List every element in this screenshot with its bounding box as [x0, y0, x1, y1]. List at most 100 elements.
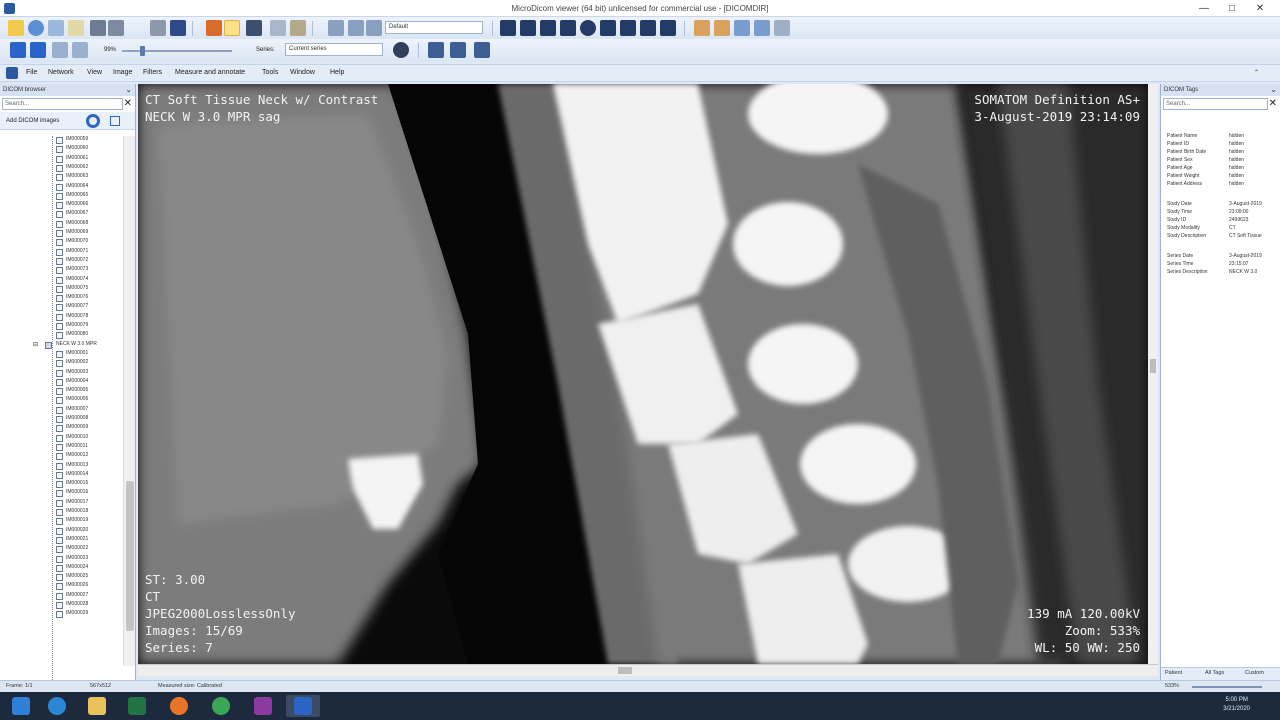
image-viewport[interactable]: CT Soft Tissue Neck w/ Contrast NECK W 3… [138, 84, 1148, 664]
image-icon[interactable] [68, 20, 84, 36]
taskbar-app[interactable] [246, 695, 280, 717]
tab-custom[interactable]: Custom [1245, 670, 1264, 676]
series-select[interactable]: Current series [285, 43, 383, 56]
anonymize-icon[interactable] [170, 20, 186, 36]
export-icon[interactable] [150, 20, 166, 36]
tag-name: Patient Weight [1167, 173, 1200, 179]
menu-file[interactable]: File [26, 69, 37, 76]
taskbar-edge[interactable] [40, 695, 74, 717]
minimize-button[interactable]: — [1190, 0, 1218, 17]
crop-icon[interactable] [290, 20, 306, 36]
taskbar-chrome[interactable] [204, 695, 238, 717]
menu-filters[interactable]: Filters [143, 69, 162, 76]
line-tool-icon[interactable] [348, 20, 364, 36]
cine-play-icon[interactable] [10, 42, 26, 58]
add-dicom-images-button[interactable]: Add DICOM images [0, 112, 135, 130]
pointer-icon[interactable] [206, 20, 222, 36]
browser-scrollbar[interactable] [123, 136, 135, 666]
close-button[interactable]: ✕ [1246, 0, 1274, 17]
scrollbar-thumb[interactable] [126, 481, 134, 631]
cine-stop-icon[interactable] [30, 42, 46, 58]
maximize-button[interactable]: □ [1218, 0, 1246, 17]
system-clock[interactable]: 5:00 PM 3/21/2020 [1223, 696, 1250, 714]
3d-icon[interactable] [246, 20, 262, 36]
text-icon[interactable] [640, 20, 656, 36]
tree-item-label: IM000079 [66, 322, 89, 328]
mpr-icon[interactable] [224, 20, 240, 36]
menu-help[interactable]: Help [330, 69, 344, 76]
start-button[interactable] [4, 695, 38, 717]
app-menu-icon[interactable] [6, 67, 18, 79]
overlay-modality: CT [145, 589, 161, 604]
settings-icon[interactable] [393, 42, 409, 58]
rotate-left-icon[interactable] [734, 20, 750, 36]
edit-icon[interactable] [366, 20, 382, 36]
print-icon[interactable] [90, 20, 106, 36]
magnifier-icon[interactable] [270, 20, 286, 36]
pin-icon[interactable]: ⌄ [125, 84, 132, 96]
menu-window[interactable]: Window [290, 69, 315, 76]
sync-icon[interactable] [474, 42, 490, 58]
scrollbar-thumb[interactable] [618, 667, 632, 674]
tag-value: hidden [1229, 157, 1245, 163]
rotate-right-icon[interactable] [754, 20, 770, 36]
grid-icon[interactable] [450, 42, 466, 58]
zoom-slider[interactable] [122, 46, 232, 56]
menu-tools[interactable]: Tools [262, 69, 278, 76]
rectangle-icon[interactable] [560, 20, 576, 36]
collapse-tree-icon[interactable] [110, 116, 120, 126]
viewer-horizontal-scrollbar[interactable] [138, 664, 1158, 676]
slider-thumb[interactable] [140, 46, 145, 56]
arrow-pointer-icon[interactable] [500, 20, 516, 36]
tags-search-input[interactable]: Search... [1163, 98, 1268, 110]
ruler-icon[interactable] [520, 20, 536, 36]
copy-icon[interactable] [108, 20, 124, 36]
preset-select[interactable]: Default [385, 21, 483, 34]
save-icon[interactable] [48, 20, 64, 36]
collapse-icon[interactable]: ⊟ [33, 341, 38, 348]
tree-item-label: IM000076 [66, 294, 89, 301]
pin-icon[interactable]: ⌄ [1270, 84, 1277, 96]
dicom-file-icon [56, 211, 63, 219]
eraser-icon[interactable] [660, 20, 676, 36]
menu-image[interactable]: Image [113, 69, 132, 76]
browser-search-input[interactable]: Search... [2, 98, 123, 110]
tree-item-label: IM000022 [66, 545, 89, 552]
globe-icon[interactable] [28, 20, 44, 36]
previous-icon[interactable] [52, 42, 68, 58]
pencil-icon[interactable] [328, 20, 344, 36]
taskbar-firefox[interactable] [162, 695, 196, 717]
tree-item-label: IM000064 [66, 182, 89, 189]
status-zoom-slider[interactable] [1192, 686, 1262, 688]
tab-all-tags[interactable]: All Tags [1205, 670, 1224, 676]
tab-patient[interactable]: Patient [1165, 670, 1182, 676]
clear-search-icon[interactable]: ✕ [124, 98, 132, 109]
layout-icon[interactable] [428, 42, 444, 58]
flip-icon[interactable] [694, 20, 710, 36]
clear-search-icon[interactable]: ✕ [1269, 98, 1277, 109]
scrollbar-thumb[interactable] [1150, 359, 1156, 373]
tree-item-label: IM000060 [66, 145, 89, 152]
microdicom-icon [294, 697, 312, 715]
panel-header: DICOM Tags ⌄ [1161, 84, 1280, 96]
arrow-icon[interactable] [620, 20, 636, 36]
ribbon-collapse-icon[interactable]: ⌃ [1254, 69, 1259, 76]
menu-network[interactable]: Network [48, 69, 74, 76]
taskbar-excel[interactable] [120, 695, 154, 717]
dicom-file-icon [56, 536, 63, 544]
open-folder-icon[interactable] [8, 20, 24, 36]
refresh-icon[interactable] [86, 114, 100, 128]
taskbar-microdicom[interactable] [286, 695, 320, 717]
taskbar-explorer[interactable] [80, 695, 114, 717]
status-zoom: 533% [1165, 683, 1180, 689]
play-icon[interactable] [714, 20, 730, 36]
menu-view[interactable]: View [87, 69, 102, 76]
polyline-icon[interactable] [540, 20, 556, 36]
menu-measure-and-annotate[interactable]: Measure and annotate [175, 69, 245, 76]
reset-icon[interactable] [774, 20, 790, 36]
viewer-vertical-scrollbar[interactable] [1148, 84, 1158, 664]
next-icon[interactable] [72, 42, 88, 58]
dicom-file-icon [56, 323, 63, 330]
ellipse-icon[interactable] [580, 20, 596, 36]
angle-icon[interactable] [600, 20, 616, 36]
